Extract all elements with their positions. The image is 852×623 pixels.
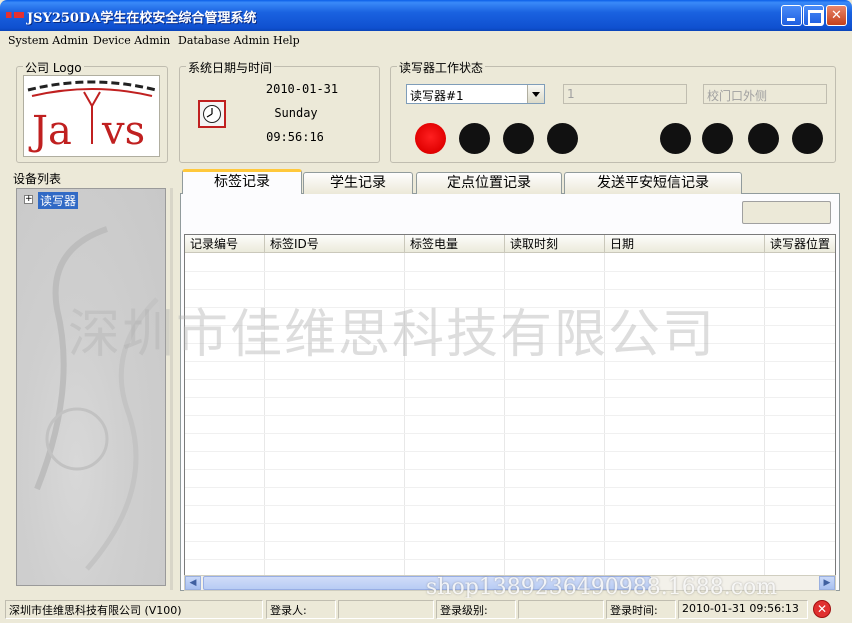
status-login-level-label: 登录级别: [436,600,516,619]
logo-group-title: 公司 Logo [23,59,84,76]
grid-divider [185,289,835,290]
reader-location-field: 校门口外侧 [703,84,827,104]
col-tag-id[interactable]: 标签ID号 [265,235,405,253]
close-button[interactable]: ✕ [826,5,847,26]
menu-help[interactable]: Help [273,34,300,47]
watermark-text: 深圳市佳维思科技有限公司 [68,305,717,365]
menu-bar: System Admin Device Admin Database Admin… [0,31,852,51]
tree-background-decoration [34,226,159,571]
watermark-url: shop1389236490988.1688.com [426,575,778,600]
reader-select[interactable]: 读写器#1 [406,84,545,104]
reader-status-title: 读写器工作状态 [397,59,486,76]
grid-divider [185,397,835,398]
grid-divider [185,415,835,416]
grid-divider [185,451,835,452]
current-date: 2010-01-31 [265,82,339,96]
grid-divider [185,433,835,434]
col-read-time[interactable]: 读取时刻 [505,235,605,253]
current-time: 09:56:16 [266,130,324,144]
company-logo: Ja vs [23,75,160,157]
grid-divider [185,469,835,470]
status-bar: 深圳市佳维思科技有限公司 (V100) 登录人: 登录级别: 登录时间: 201… [0,598,852,623]
tab-fixed-position-records[interactable]: 定点位置记录 [416,172,562,194]
grid-divider [185,523,835,524]
menu-database-admin[interactable]: Database Admin [178,34,270,47]
current-weekday: Sunday [274,106,318,120]
status-led-2 [459,123,490,154]
window-title: JSY250DA学生在校安全综合管理系统 [27,11,257,26]
status-led-7 [748,123,779,154]
grid-divider [185,505,835,506]
status-led-5 [660,123,691,154]
maximize-button[interactable] [803,5,824,26]
grid-divider [185,541,835,542]
menu-system-admin[interactable]: System Admin [8,34,88,47]
status-login-level [518,600,604,619]
svg-text:vs: vs [101,108,145,154]
grid-divider [185,559,835,560]
status-login-user [338,600,434,619]
tab-student-records[interactable]: 学生记录 [303,172,413,194]
status-led-8 [792,123,823,154]
tab-sms-records[interactable]: 发送平安短信记录 [564,172,742,194]
tag-records-table[interactable]: 记录编号 标签ID号 标签电量 读取时刻 日期 读写器位置 [184,234,836,576]
status-led-6 [702,123,733,154]
action-button[interactable] [742,201,831,224]
status-login-time-label: 登录时间: [606,600,676,619]
scroll-left-icon[interactable]: ◀ [185,576,201,590]
reader-number-field: 1 [563,84,687,104]
app-icon [6,12,24,18]
status-led-3 [503,123,534,154]
datetime-group-title: 系统日期与时间 [186,59,275,76]
col-date[interactable]: 日期 [605,235,765,253]
minimize-button[interactable] [781,5,802,26]
title-bar: JSY250DA学生在校安全综合管理系统 ✕ [0,0,852,31]
status-led-1 [415,123,446,154]
status-company: 深圳市佳维思科技有限公司 (V100) [5,600,263,619]
grid-divider [185,487,835,488]
device-tree[interactable]: + 读写器 [16,188,166,586]
status-led-4 [547,123,578,154]
tab-tag-records[interactable]: 标签记录 [182,169,302,194]
svg-text:Ja: Ja [28,108,72,154]
device-list-title: 设备列表 [13,172,62,186]
col-tag-battery[interactable]: 标签电量 [405,235,505,253]
status-login-user-label: 登录人: [266,600,336,619]
expand-icon[interactable]: + [24,195,33,204]
splitter[interactable] [170,188,173,590]
status-login-time: 2010-01-31 09:56:13 [678,600,808,619]
exit-icon[interactable]: ✕ [813,600,831,618]
menu-device-admin[interactable]: Device Admin [93,34,170,47]
scroll-right-icon[interactable]: ▶ [819,576,835,590]
grid-divider [185,271,835,272]
grid-divider [185,379,835,380]
table-header: 记录编号 标签ID号 标签电量 读取时刻 日期 读写器位置 [185,235,835,253]
reader-select-value: 读写器#1 [410,89,464,103]
clock-icon [198,100,226,128]
col-reader-location[interactable]: 读写器位置 [765,235,835,253]
tree-node-reader[interactable]: 读写器 [38,192,79,209]
chevron-down-icon[interactable] [527,85,544,103]
col-record-id[interactable]: 记录编号 [185,235,265,253]
